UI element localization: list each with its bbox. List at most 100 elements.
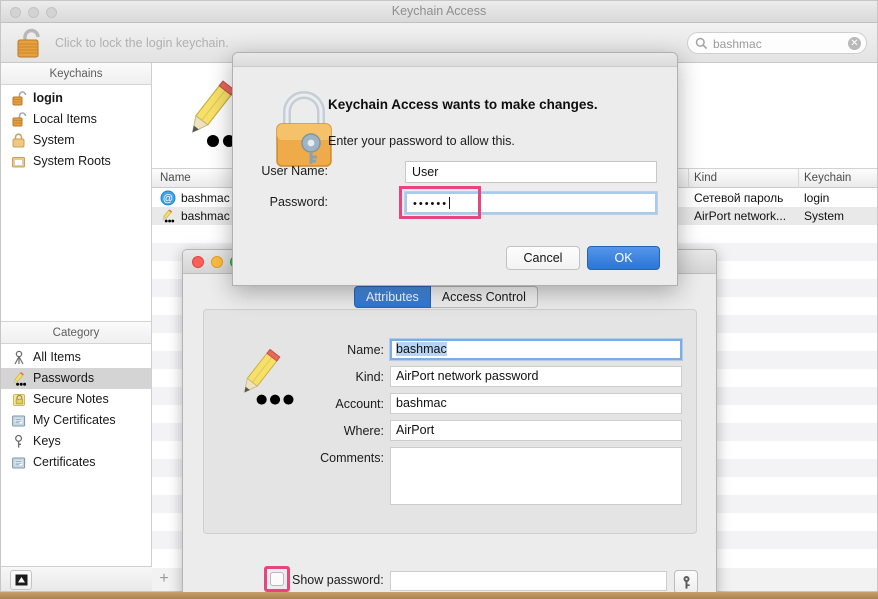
keychains-section: Keychains login Local Items System Syste… <box>1 63 151 172</box>
field-row-where: Where: AirPort <box>204 420 696 442</box>
secure-note-icon <box>11 392 28 408</box>
user-name-field[interactable]: User <box>405 161 657 183</box>
attributes-panel: Name: bashmac Kind: AirPort network pass… <box>203 309 698 594</box>
row-kind-cell: Сетевой пароль <box>694 191 784 205</box>
field-row-account: Account: bashmac <box>204 393 696 415</box>
column-header-kind[interactable]: Kind <box>694 172 717 184</box>
internet-password-icon: @ <box>160 190 176 206</box>
password-label: Password: <box>269 195 328 209</box>
desktop-strip <box>0 592 878 599</box>
sidebar-item-label: System Roots <box>33 154 111 168</box>
show-password-checkbox[interactable] <box>270 572 284 586</box>
password-highlight <box>399 186 481 219</box>
sidebar-item-label: All Items <box>33 350 81 364</box>
lock-hint-text: Click to lock the login keychain. <box>55 36 229 50</box>
row-name-text: bashmac <box>181 191 230 205</box>
show-info-icon[interactable] <box>10 570 32 590</box>
sidebar-item-label: Certificates <box>33 455 96 469</box>
keychain-item-window: Attributes Access Control Name: bashmac … <box>182 249 717 599</box>
row-keychain-cell: System <box>804 209 845 223</box>
dialog-titlebar <box>233 53 677 67</box>
comments-field[interactable] <box>390 447 682 505</box>
keychain-locked-icon <box>11 132 28 149</box>
sidebar-item-label: Secure Notes <box>33 392 109 406</box>
dialog-title: Keychain Access wants to make changes. <box>328 97 598 112</box>
column-divider[interactable] <box>688 169 689 188</box>
field-row-kind: Kind: AirPort network password <box>204 366 696 388</box>
field-label: Account: <box>335 397 384 411</box>
field-row-comments: Comments: <box>204 447 696 507</box>
window-titlebar: Keychain Access <box>1 1 877 23</box>
tab-attributes[interactable]: Attributes <box>354 286 431 308</box>
window-title: Keychain Access <box>391 4 487 18</box>
kind-field[interactable]: AirPort network password <box>390 366 682 387</box>
field-label: Comments: <box>320 451 384 465</box>
keychain-unlocked-icon <box>11 90 28 107</box>
sidebar: Keychains login Local Items System Syste… <box>1 63 152 568</box>
sidebar-item-secure-notes[interactable]: Secure Notes <box>1 389 151 410</box>
close-button[interactable] <box>192 256 204 268</box>
row-kind-cell: AirPort network... <box>694 209 787 223</box>
category-section: Category All Items Passwords Secure Note… <box>1 321 151 473</box>
sidebar-bottom-bar <box>1 566 152 591</box>
column-divider[interactable] <box>798 169 799 188</box>
sidebar-item-label: Passwords <box>33 371 95 385</box>
open-padlock-icon[interactable] <box>11 26 51 62</box>
row-name-text: bashmac <box>181 209 230 223</box>
category-header: Category <box>1 322 151 344</box>
row-name-cell: bashmac <box>160 208 230 224</box>
sidebar-item-keys[interactable]: Keys <box>1 431 151 452</box>
sidebar-item-system[interactable]: System <box>1 130 151 151</box>
clear-icon[interactable]: ✕ <box>848 37 861 50</box>
search-icon <box>695 37 708 50</box>
sidebar-item-my-certificates[interactable]: My Certificates <box>1 410 151 431</box>
pencil-dots-icon <box>160 208 176 224</box>
add-icon[interactable]: + <box>154 570 174 588</box>
row-name-cell: @ bashmac <box>160 190 230 206</box>
keychain-unlocked-icon <box>11 111 28 128</box>
name-field[interactable]: bashmac <box>390 339 682 360</box>
key-icon[interactable] <box>674 570 698 594</box>
field-label: Where: <box>343 424 384 438</box>
user-name-label: User Name: <box>261 164 328 178</box>
account-field[interactable]: bashmac <box>390 393 682 414</box>
category-list: All Items Passwords Secure Notes My Cert… <box>1 344 151 473</box>
sidebar-item-label: login <box>33 91 63 105</box>
certificate-icon <box>11 455 28 471</box>
keychains-list: login Local Items System System Roots <box>1 85 151 172</box>
row-keychain-cell: login <box>804 191 830 205</box>
sidebar-item-label: My Certificates <box>33 413 116 427</box>
sidebar-item-label: Local Items <box>33 112 97 126</box>
cancel-button[interactable]: Cancel <box>506 246 580 270</box>
sidebar-item-login[interactable]: login <box>1 88 151 109</box>
field-row-name: Name: bashmac <box>204 339 696 361</box>
column-header-keychain[interactable]: Keychain <box>804 172 851 184</box>
search-value: bashmac <box>713 37 762 51</box>
minimize-button[interactable] <box>211 256 223 268</box>
where-field[interactable]: AirPort <box>390 420 682 441</box>
tab-access-control[interactable]: Access Control <box>430 286 538 308</box>
column-header-name[interactable]: Name <box>160 172 191 184</box>
certificate-icon <box>11 413 28 429</box>
sidebar-item-label: System <box>33 133 75 147</box>
pencil-dots-icon <box>11 371 28 387</box>
search-input[interactable]: bashmac ✕ <box>687 32 867 54</box>
field-label: Name: <box>347 343 384 357</box>
name-field-value: bashmac <box>396 342 447 356</box>
ok-button[interactable]: OK <box>587 246 660 270</box>
svg-text:@: @ <box>163 194 173 205</box>
sidebar-item-local-items[interactable]: Local Items <box>1 109 151 130</box>
sidebar-item-system-roots[interactable]: System Roots <box>1 151 151 172</box>
dialog-subtitle: Enter your password to allow this. <box>328 134 515 148</box>
screen: Keychain Access Click to lock the login … <box>0 0 878 599</box>
field-label: Kind: <box>355 370 385 384</box>
auth-dialog: Keychain Access wants to make changes. E… <box>232 52 678 286</box>
folder-icon <box>11 154 28 170</box>
sidebar-item-label: Keys <box>33 434 61 448</box>
show-password-row: Show password: <box>204 566 698 594</box>
sidebar-item-certificates[interactable]: Certificates <box>1 452 151 473</box>
key-icon <box>11 434 28 450</box>
sidebar-item-all-items[interactable]: All Items <box>1 347 151 368</box>
password-field[interactable] <box>390 571 667 591</box>
sidebar-item-passwords[interactable]: Passwords <box>1 368 151 389</box>
